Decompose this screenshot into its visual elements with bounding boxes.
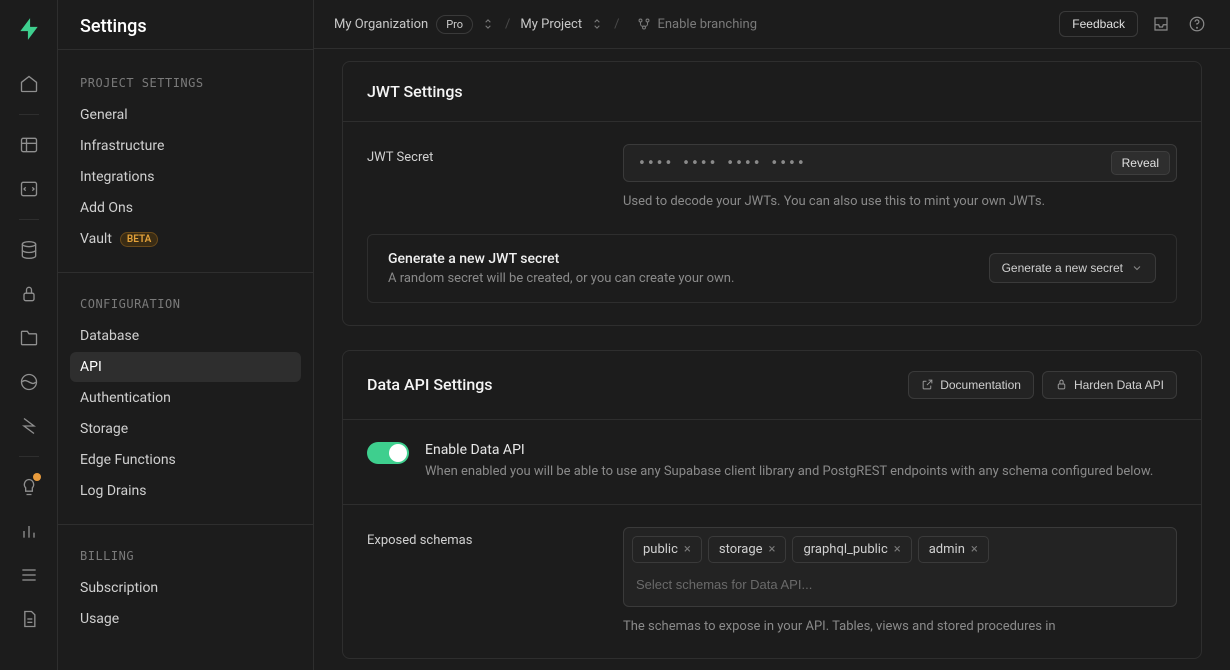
remove-tag-icon[interactable]: × — [684, 542, 691, 557]
page-title: Settings — [58, 0, 313, 50]
auth-icon[interactable] — [9, 274, 49, 314]
advisors-icon[interactable] — [9, 467, 49, 507]
chevron-up-down-icon — [481, 17, 495, 31]
jwt-secret-mask: •••• •••• •••• •••• — [638, 156, 1111, 171]
exposed-schemas-helper: The schemas to expose in your API. Table… — [623, 617, 1177, 637]
nav-infrastructure[interactable]: Infrastructure — [70, 131, 301, 161]
harden-api-label: Harden Data API — [1074, 378, 1164, 392]
generate-jwt-desc: A random secret will be created, or you … — [388, 271, 734, 286]
content-area: JWT Settings JWT Secret •••• •••• •••• •… — [314, 49, 1230, 670]
project-label: My Project — [520, 17, 582, 32]
schema-tag: storage× — [708, 536, 787, 563]
external-link-icon — [921, 378, 934, 391]
nav-log-drains[interactable]: Log Drains — [70, 476, 301, 506]
icon-rail — [0, 0, 58, 670]
nav-storage[interactable]: Storage — [70, 414, 301, 444]
breadcrumb-project[interactable]: My Project — [520, 17, 604, 32]
jwt-secret-field: •••• •••• •••• •••• Reveal — [623, 144, 1177, 182]
enable-data-api-desc: When enabled you will be able to use any… — [425, 462, 1153, 482]
schemas-input[interactable] — [632, 571, 1168, 598]
crumb-separator: / — [614, 17, 619, 32]
org-label: My Organization — [334, 17, 428, 32]
nav-authentication[interactable]: Authentication — [70, 383, 301, 413]
realtime-icon[interactable] — [9, 406, 49, 446]
branch-label: Enable branching — [657, 17, 757, 32]
enable-branching-button[interactable]: Enable branching — [629, 13, 765, 36]
chevron-up-down-icon — [590, 17, 604, 31]
main-area: My Organization Pro / My Project / Enabl… — [314, 0, 1230, 670]
enable-data-api-toggle[interactable] — [367, 442, 409, 464]
breadcrumb-org[interactable]: My Organization Pro — [334, 15, 495, 34]
api-docs-icon[interactable] — [9, 599, 49, 639]
jwt-secret-label: JWT Secret — [367, 144, 599, 165]
logs-icon[interactable] — [9, 555, 49, 595]
nav-database[interactable]: Database — [70, 321, 301, 351]
crumb-separator: / — [505, 17, 510, 32]
documentation-button[interactable]: Documentation — [908, 371, 1034, 399]
plan-pill: Pro — [436, 15, 473, 34]
harden-api-button[interactable]: Harden Data API — [1042, 371, 1177, 399]
sql-editor-icon[interactable] — [9, 169, 49, 209]
nav-usage[interactable]: Usage — [70, 604, 301, 634]
nav-addons[interactable]: Add Ons — [70, 193, 301, 223]
feedback-button[interactable]: Feedback — [1059, 11, 1138, 37]
table-editor-icon[interactable] — [9, 125, 49, 165]
reveal-button[interactable]: Reveal — [1111, 151, 1170, 175]
schemas-multiselect[interactable]: public× storage× graphql_public× admin× — [623, 527, 1177, 607]
nav-vault[interactable]: Vault BETA — [70, 224, 301, 254]
jwt-secret-helper: Used to decode your JWTs. You can also u… — [623, 192, 1177, 212]
reports-icon[interactable] — [9, 511, 49, 551]
branch-icon — [637, 17, 651, 31]
section-title-project: PROJECT SETTINGS — [70, 70, 301, 100]
jwt-settings-card: JWT Settings JWT Secret •••• •••• •••• •… — [342, 61, 1202, 326]
remove-tag-icon[interactable]: × — [769, 542, 776, 557]
remove-tag-icon[interactable]: × — [971, 542, 978, 557]
generate-secret-label: Generate a new secret — [1002, 261, 1123, 275]
nav-integrations[interactable]: Integrations — [70, 162, 301, 192]
nav-api[interactable]: API — [70, 352, 301, 382]
topbar: My Organization Pro / My Project / Enabl… — [314, 0, 1230, 49]
documentation-label: Documentation — [940, 378, 1021, 392]
nav-vault-label: Vault — [80, 231, 112, 247]
help-icon[interactable] — [1184, 11, 1210, 37]
exposed-schemas-label: Exposed schemas — [367, 527, 599, 548]
generate-secret-button[interactable]: Generate a new secret — [989, 253, 1156, 283]
data-api-card-title: Data API Settings — [367, 375, 493, 394]
nav-subscription[interactable]: Subscription — [70, 573, 301, 603]
schema-tag: public× — [632, 536, 702, 563]
nav-edge-functions[interactable]: Edge Functions — [70, 445, 301, 475]
logo-icon[interactable] — [16, 16, 42, 42]
section-title-config: CONFIGURATION — [70, 291, 301, 321]
beta-badge: BETA — [120, 232, 158, 247]
edge-functions-icon[interactable] — [9, 362, 49, 402]
database-icon[interactable] — [9, 230, 49, 270]
storage-icon[interactable] — [9, 318, 49, 358]
data-api-settings-card: Data API Settings Documentation Harden D… — [342, 350, 1202, 660]
generate-jwt-subcard: Generate a new JWT secret A random secre… — [367, 234, 1177, 303]
remove-tag-icon[interactable]: × — [894, 542, 901, 557]
chevron-down-icon — [1131, 262, 1143, 274]
generate-jwt-title: Generate a new JWT secret — [388, 251, 734, 267]
schema-tag: admin× — [918, 536, 989, 563]
home-icon[interactable] — [9, 64, 49, 104]
jwt-card-title: JWT Settings — [367, 82, 463, 101]
lock-icon — [1055, 378, 1068, 391]
settings-sidebar: Settings PROJECT SETTINGS General Infras… — [58, 0, 314, 670]
inbox-icon[interactable] — [1148, 11, 1174, 37]
section-title-billing: BILLING — [70, 543, 301, 573]
enable-data-api-title: Enable Data API — [425, 442, 1153, 458]
nav-general[interactable]: General — [70, 100, 301, 130]
schema-tag: graphql_public× — [792, 536, 911, 563]
